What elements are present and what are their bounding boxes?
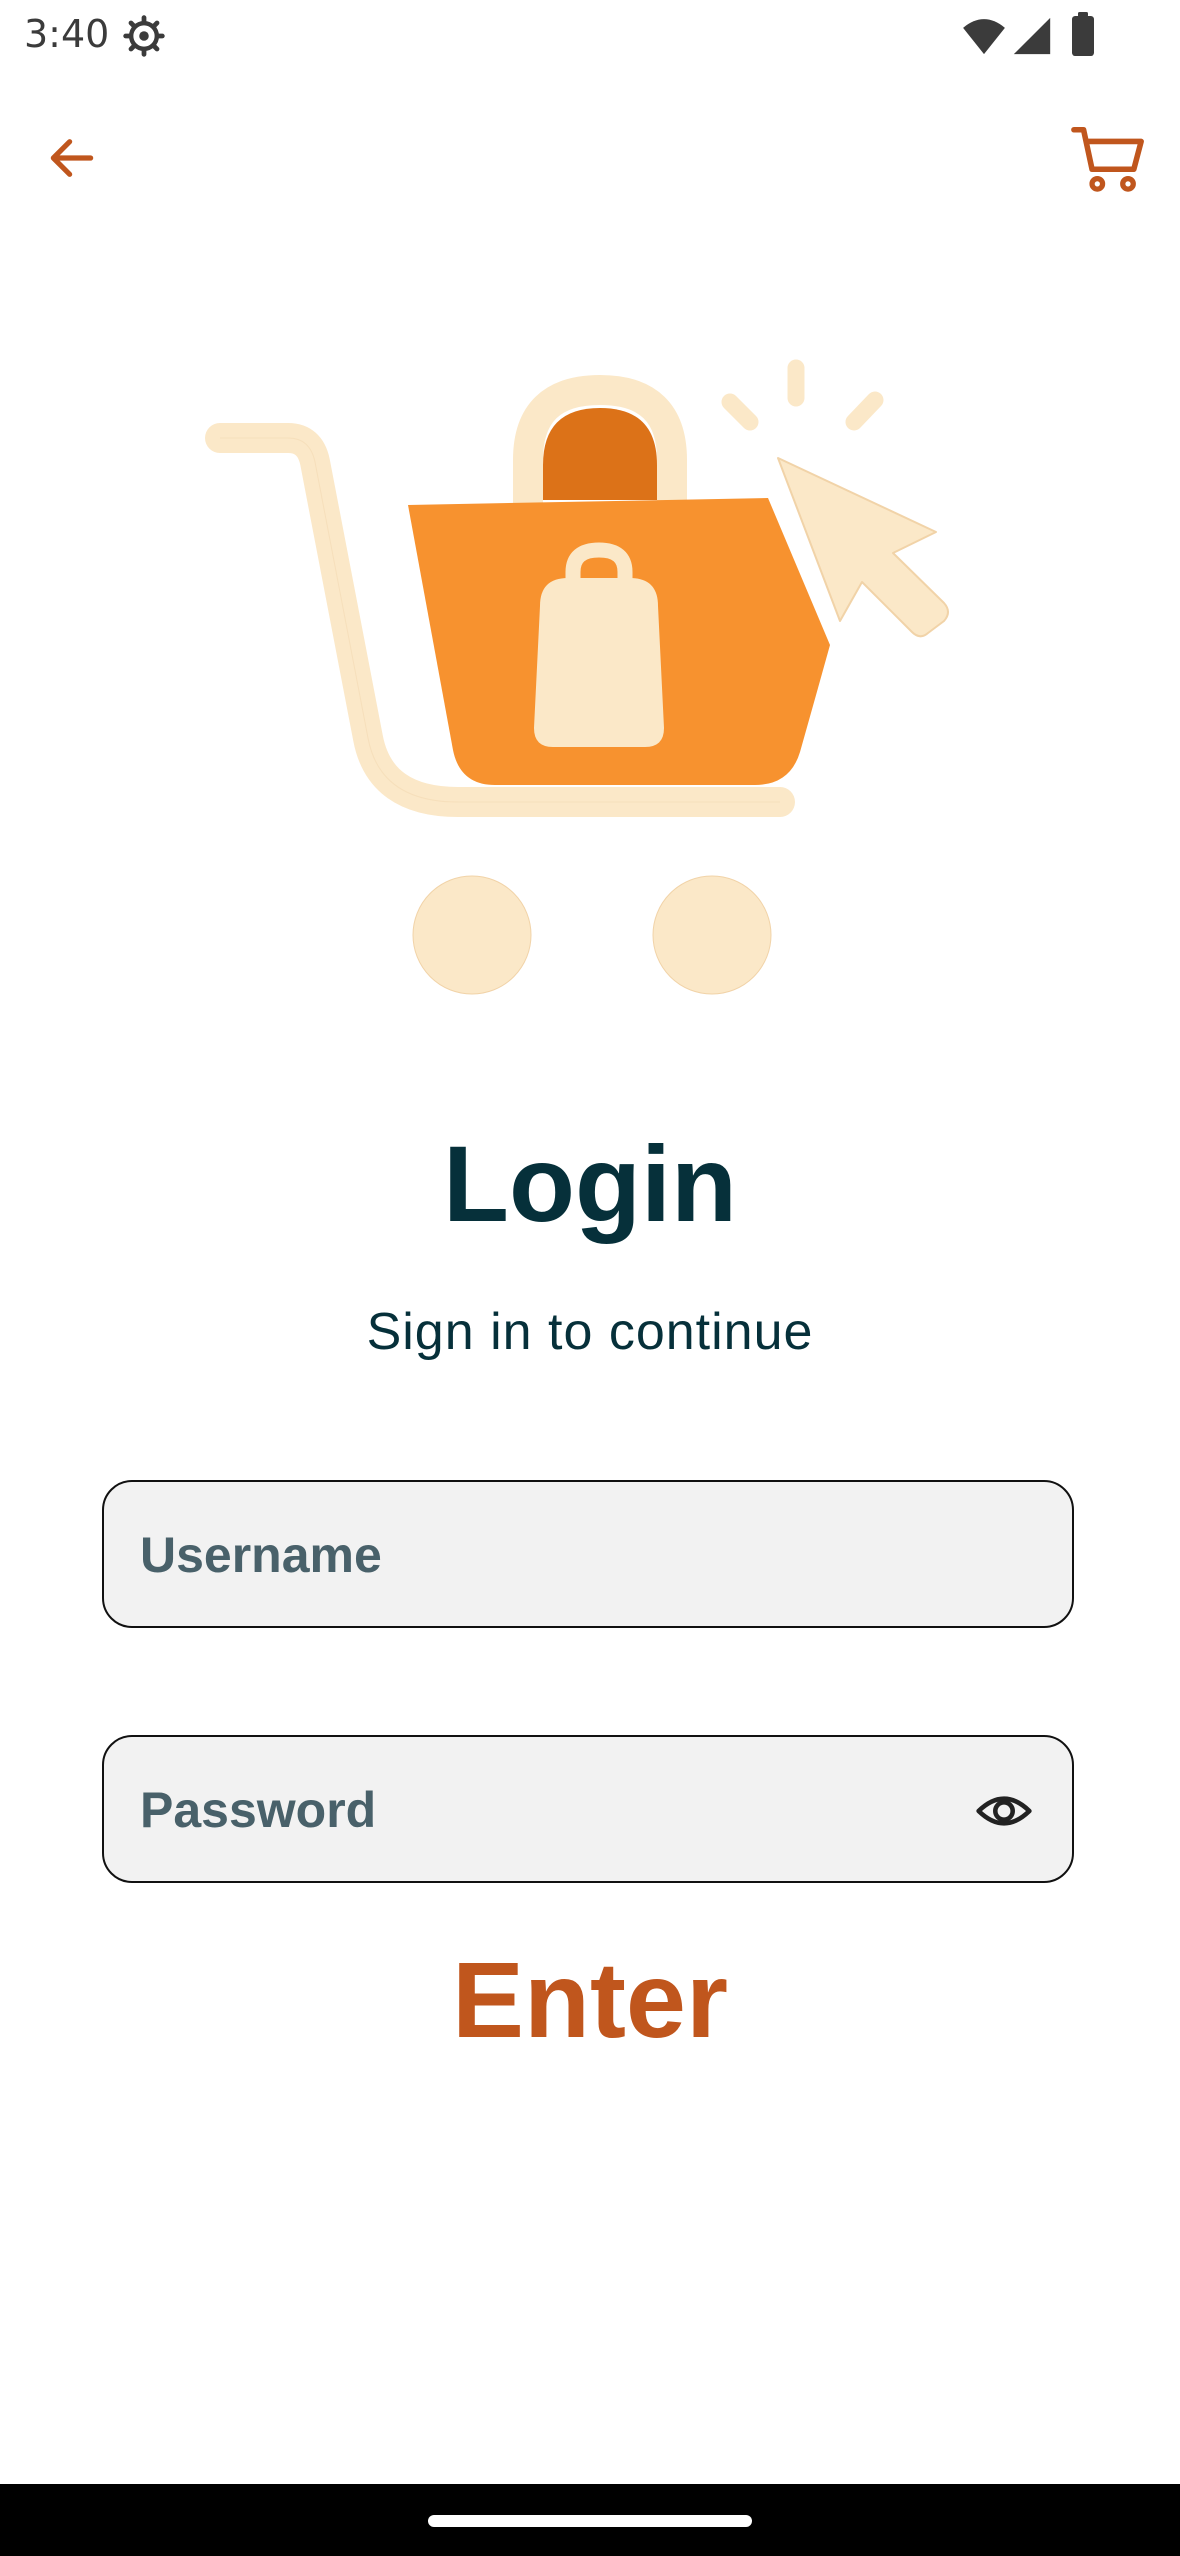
home-indicator[interactable] [428,2515,752,2527]
settings-gear-icon [123,15,165,57]
password-input[interactable] [138,1737,962,1883]
arrow-left-icon [50,139,94,177]
eye-icon [976,1796,1032,1826]
page-subtitle: Sign in to continue [366,1303,814,1361]
back-button[interactable] [30,116,114,200]
shopping-cart-icon [1071,126,1144,192]
shopping-cart-illustration [205,359,949,995]
status-time: 3:40 [24,12,110,56]
cart-wheel-right [652,875,772,995]
cart-button[interactable] [1062,112,1156,206]
password-visibility-toggle[interactable] [974,1781,1034,1841]
username-input[interactable] [138,1482,962,1628]
password-field[interactable] [102,1735,1074,1883]
login-screen: 3:40 Login Sign in to continue Username … [0,0,1180,2556]
wifi-icon [963,19,1005,55]
cart-wheel-left [412,875,532,995]
status-bar: 3:40 [0,0,1180,72]
cellular-signal-icon [1013,17,1051,55]
small-bag-icon [534,578,664,747]
page-title: Login [443,1123,737,1244]
enter-button[interactable]: Enter [390,1935,790,2065]
battery-icon [1072,12,1094,56]
username-field[interactable] [102,1480,1074,1628]
